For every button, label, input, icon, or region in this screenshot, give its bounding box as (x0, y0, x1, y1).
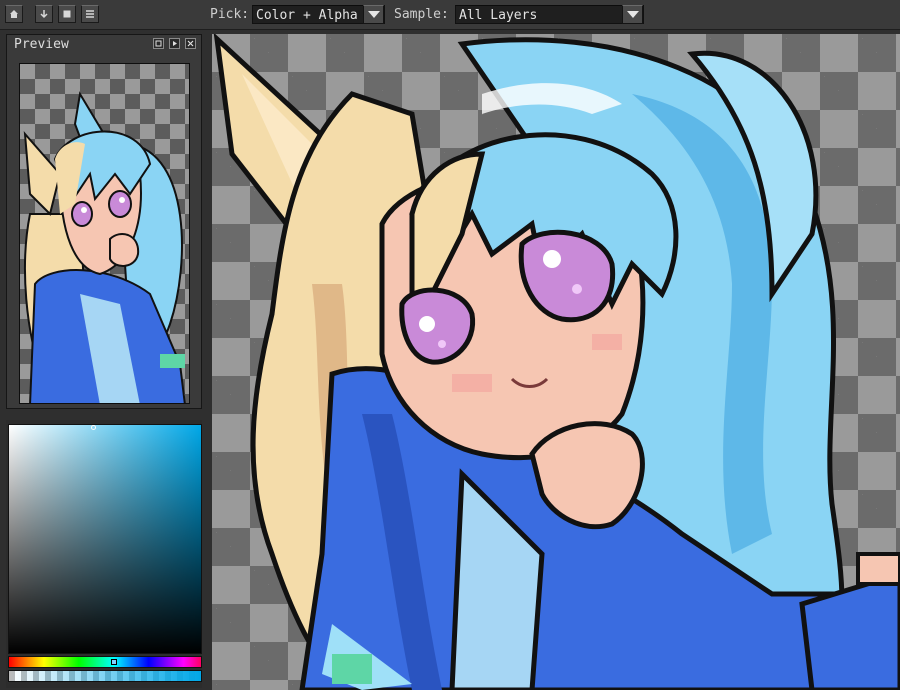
top-toolbar: Pick: Color + Alpha Sample: All Layers (0, 0, 900, 30)
home-icon (10, 10, 18, 18)
chevron-down-icon (626, 11, 639, 18)
pick-label: Pick: (210, 7, 250, 22)
pick-value: Color + Alpha (256, 8, 358, 23)
main-canvas[interactable] (212, 34, 900, 690)
pick-dropdown[interactable]: Color + Alpha (252, 5, 385, 24)
download-button[interactable] (35, 5, 53, 23)
sample-label: Sample: (394, 7, 449, 22)
preview-header: Preview (7, 35, 201, 53)
sample-value: All Layers (459, 8, 538, 23)
preview-play-button[interactable] (169, 38, 180, 49)
preview-title: Preview (14, 37, 69, 52)
close-icon (187, 40, 194, 47)
chevron-down-icon (367, 11, 380, 18)
canvas-artwork (213, 34, 900, 690)
pick-dropdown-arrow[interactable] (363, 5, 384, 24)
alpha-slider[interactable] (8, 670, 202, 682)
play-icon (173, 41, 177, 46)
down-arrow-icon (40, 10, 48, 19)
menu-button[interactable] (81, 5, 99, 23)
preview-panel: Preview (6, 34, 202, 409)
preview-fit-button[interactable] (153, 38, 164, 49)
fit-icon (155, 40, 162, 47)
sv-marker[interactable] (91, 425, 96, 430)
hue-slider[interactable] (8, 656, 202, 668)
sample-dropdown[interactable]: All Layers (455, 5, 644, 24)
square-icon (63, 10, 71, 18)
hue-slider-handle[interactable] (111, 659, 117, 665)
stop-button[interactable] (58, 5, 76, 23)
color-picker-panel (6, 420, 202, 688)
preview-artwork (23, 91, 186, 403)
home-button[interactable] (5, 5, 23, 23)
sample-dropdown-arrow[interactable] (622, 5, 643, 24)
menu-icon (86, 10, 94, 18)
saturation-value-square[interactable] (8, 424, 202, 654)
preview-close-button[interactable] (185, 38, 196, 49)
preview-image[interactable] (19, 63, 190, 404)
